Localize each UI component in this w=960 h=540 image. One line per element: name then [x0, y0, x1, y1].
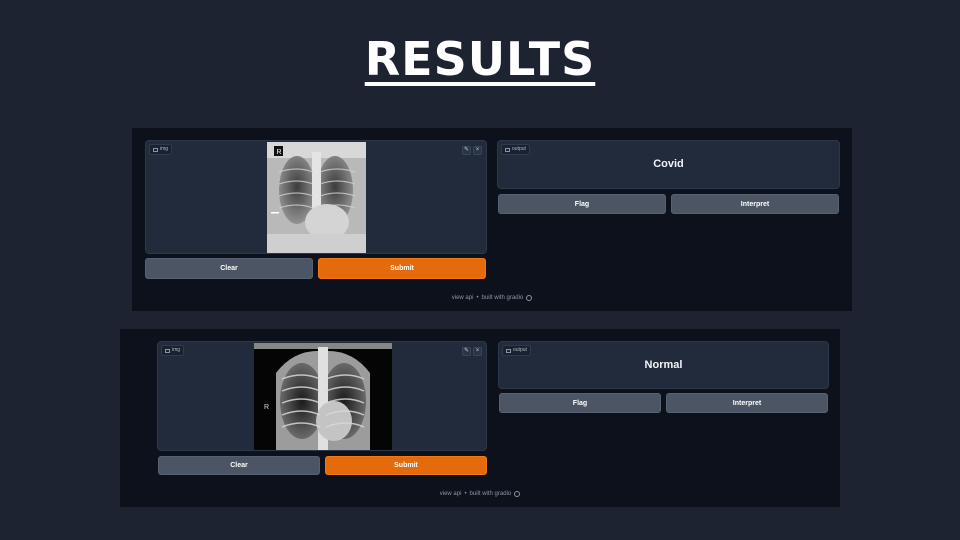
built-with-gradio-link[interactable]: built with gradio — [482, 295, 524, 301]
output-icon — [506, 348, 511, 353]
xray-side-marker: R — [277, 149, 282, 156]
flag-button-label: Flag — [574, 200, 590, 208]
footer: view api • built with gradio — [132, 295, 852, 301]
output-label: output — [501, 144, 530, 155]
built-with-gradio-link[interactable]: built with gradio — [470, 491, 512, 497]
flag-button-label: Flag — [572, 399, 588, 407]
view-api-link[interactable]: view api — [440, 491, 462, 497]
close-icon[interactable]: × — [473, 347, 482, 356]
gradio-app-covid: img ✎ × R Clear Submit output Covid Flag… — [132, 128, 852, 311]
clear-button-label: Clear — [220, 265, 238, 272]
submit-button[interactable]: Submit — [318, 258, 486, 279]
slide-title: RESULTS — [364, 32, 596, 86]
image-input-label: img — [161, 345, 185, 356]
submit-button-label: Submit — [390, 265, 414, 272]
xray-side-marker: R — [264, 404, 269, 411]
interpret-button[interactable]: Interpret — [671, 194, 839, 214]
slide: RESULTS img ✎ × R Clear Submit output Co… — [0, 0, 960, 540]
output-box: output Normal — [498, 341, 829, 389]
xray-covid-graphic: R — [267, 142, 366, 253]
image-icon — [153, 147, 158, 152]
flag-button[interactable]: Flag — [498, 194, 666, 214]
submit-button[interactable]: Submit — [325, 456, 487, 475]
prediction-result: Normal — [644, 359, 683, 371]
image-input[interactable]: img ✎ × R — [157, 341, 487, 451]
view-api-link[interactable]: view api — [452, 295, 474, 301]
footer-separator: • — [464, 491, 467, 497]
output-icon — [505, 147, 510, 152]
footer-separator: • — [476, 295, 479, 301]
xray-normal-graphic: R — [254, 343, 392, 450]
gradio-logo-icon — [526, 295, 533, 301]
gradio-logo-icon — [514, 491, 521, 497]
image-input-label: img — [149, 144, 173, 155]
output-box: output Covid — [497, 140, 840, 189]
xray-image: R — [254, 343, 392, 450]
submit-button-label: Submit — [394, 462, 418, 469]
flag-button[interactable]: Flag — [499, 393, 661, 413]
image-tools: ✎ × — [462, 146, 482, 155]
interpret-button-label: Interpret — [732, 399, 762, 407]
xray-image: R — [267, 142, 366, 253]
footer: view api • built with gradio — [120, 491, 840, 497]
output-label: output — [502, 345, 531, 356]
gradio-app-normal: img ✎ × R Clear Submit output Normal Fla… — [120, 329, 840, 507]
clear-button[interactable]: Clear — [145, 258, 313, 279]
pencil-icon[interactable]: ✎ — [462, 146, 471, 155]
clear-button[interactable]: Clear — [158, 456, 320, 475]
interpret-button[interactable]: Interpret — [666, 393, 828, 413]
image-icon — [165, 348, 170, 353]
image-input[interactable]: img ✎ × R — [145, 140, 487, 254]
prediction-result: Covid — [653, 158, 684, 170]
clear-button-label: Clear — [230, 462, 248, 469]
image-tools: ✎ × — [462, 347, 482, 356]
pencil-icon[interactable]: ✎ — [462, 347, 471, 356]
close-icon[interactable]: × — [473, 146, 482, 155]
interpret-button-label: Interpret — [740, 200, 770, 208]
